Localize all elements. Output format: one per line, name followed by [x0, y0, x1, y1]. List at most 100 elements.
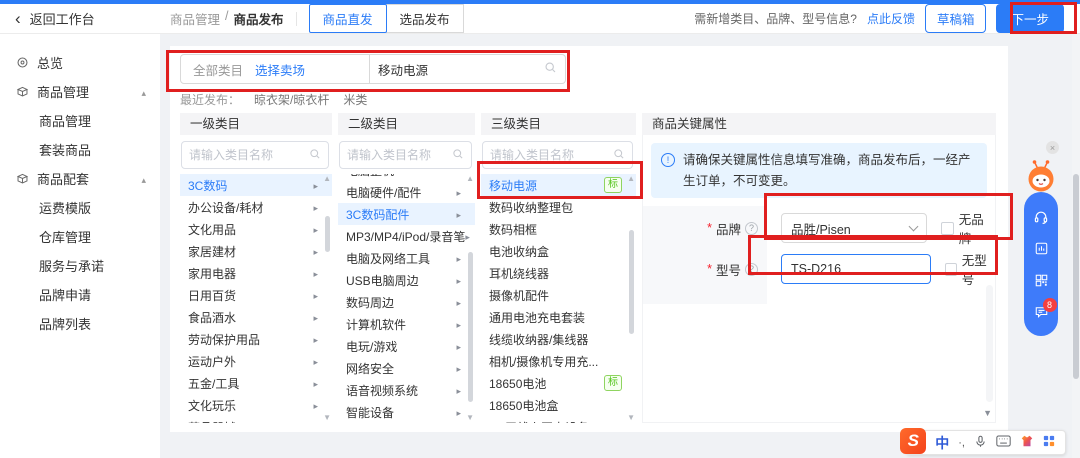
- message-chat-icon[interactable]: 8: [1034, 304, 1049, 319]
- scrollbar-thumb[interactable]: [325, 216, 330, 252]
- browser-scrollbar-thumb[interactable]: [1073, 174, 1079, 379]
- category-item[interactable]: 计算机软件: [338, 313, 475, 335]
- ime-toolbox-icon[interactable]: [1043, 435, 1055, 450]
- category-search-input[interactable]: [189, 148, 305, 162]
- scroll-down-icon[interactable]: [466, 414, 474, 422]
- sidebar-item-brand-apply[interactable]: 品牌申请: [0, 280, 160, 309]
- scroll-up-icon[interactable]: [323, 175, 331, 183]
- category-item[interactable]: 文化玩乐: [180, 394, 332, 416]
- category-item[interactable]: 食品酒水: [180, 306, 332, 328]
- choose-market-link[interactable]: 选择卖场: [255, 60, 305, 79]
- category-item[interactable]: 日用百货: [180, 284, 332, 306]
- category-item[interactable]: 通用电池充电套装: [481, 306, 636, 328]
- category-search-input[interactable]: [347, 148, 448, 162]
- ime-logo-icon[interactable]: S: [900, 428, 926, 454]
- no-model-checkbox[interactable]: [945, 263, 957, 276]
- keyword-search-input[interactable]: [378, 62, 544, 76]
- ime-skin-icon[interactable]: [1020, 434, 1034, 451]
- scroll-down-icon[interactable]: [323, 414, 331, 422]
- scroll-down-icon[interactable]: [983, 408, 992, 418]
- sidebar-item-goods-management[interactable]: 商品管理: [0, 106, 160, 135]
- category-item[interactable]: 网络安全: [338, 357, 475, 379]
- category-item[interactable]: 电玩/游戏: [338, 335, 475, 357]
- back-to-workbench-button[interactable]: 返回工作台: [0, 9, 158, 28]
- sidebar-item-bundle-goods[interactable]: 套装商品: [0, 135, 160, 164]
- chevron-right-icon: [313, 178, 318, 192]
- category-item[interactable]: 电脑及网络工具: [338, 247, 475, 269]
- search-icon[interactable]: [544, 61, 557, 77]
- mascot-avatar[interactable]: [1021, 155, 1061, 198]
- category-item[interactable]: MP3/MP4/iPod/录音笔: [338, 225, 475, 247]
- scrollbar-thumb[interactable]: [468, 252, 473, 402]
- sidebar-item-warehouse[interactable]: 仓库管理: [0, 222, 160, 251]
- category-item[interactable]: 运动户外: [180, 350, 332, 372]
- ime-language-mode[interactable]: 中: [935, 433, 949, 453]
- category-item[interactable]: 耳机绕线器: [481, 262, 636, 284]
- microphone-icon[interactable]: [974, 435, 987, 451]
- category-search-input[interactable]: [490, 148, 609, 162]
- category-item[interactable]: 电脑硬件/配件: [338, 181, 475, 203]
- chevron-right-icon: [456, 207, 461, 221]
- category-item[interactable]: 劳动保护用品: [180, 328, 332, 350]
- scroll-up-icon[interactable]: [627, 175, 635, 183]
- category-item[interactable]: 18650电池 标: [481, 372, 636, 394]
- category-item[interactable]: 相机/摄像机专用充...: [481, 350, 636, 372]
- ime-punctuation-toggle[interactable]: ·,: [958, 437, 965, 449]
- next-step-button[interactable]: 下一步: [996, 4, 1064, 33]
- sidebar-group-goods-management[interactable]: 商品管理: [0, 77, 160, 106]
- panel-scrollbar-track[interactable]: [986, 285, 993, 402]
- category-item[interactable]: 摄像机配件: [481, 284, 636, 306]
- sidebar-item-overview[interactable]: 总览: [0, 48, 160, 77]
- qr-code-icon[interactable]: [1034, 273, 1049, 288]
- category-item[interactable]: 电脑整机: [338, 174, 475, 181]
- category-item[interactable]: 数码周边: [338, 291, 475, 313]
- category-item[interactable]: 五金/工具: [180, 372, 332, 394]
- category-item[interactable]: 18650电池盒: [481, 394, 636, 416]
- sidebar-item-freight-template[interactable]: 运费模版: [0, 193, 160, 222]
- draft-box-button[interactable]: 草稿箱: [925, 4, 987, 33]
- help-icon[interactable]: [745, 263, 758, 276]
- tab-direct-publish[interactable]: 商品直发: [309, 4, 387, 33]
- category-item[interactable]: 药品器械: [180, 416, 332, 423]
- report-chart-icon[interactable]: [1034, 241, 1049, 256]
- brand-select[interactable]: 品胜/Pisen: [781, 213, 927, 243]
- column-title: 二级类目: [338, 113, 475, 135]
- category-item[interactable]: 数码收纳整理包: [481, 196, 636, 218]
- category-item[interactable]: 文化用品: [180, 218, 332, 240]
- no-model-checkbox-wrap[interactable]: 无型号: [945, 250, 995, 288]
- breadcrumb-parent[interactable]: 商品管理: [170, 9, 220, 28]
- help-icon[interactable]: [745, 222, 758, 235]
- category-item[interactable]: USB电脑周边: [338, 269, 475, 291]
- category-item[interactable]: 电池收纳盒: [481, 240, 636, 262]
- unread-count-badge: 8: [1043, 298, 1057, 312]
- category-item[interactable]: 数码相框: [481, 218, 636, 240]
- category-item[interactable]: 3C数码: [180, 174, 332, 196]
- scrollbar-thumb[interactable]: [629, 230, 634, 334]
- category-item[interactable]: 3C数码配件: [338, 203, 475, 225]
- category-item[interactable]: 移动电源 标: [481, 174, 636, 196]
- category-item[interactable]: 智能设备: [338, 401, 475, 423]
- tab-selection-publish[interactable]: 选品发布: [386, 4, 464, 33]
- sidebar-item-brand-list[interactable]: 品牌列表: [0, 309, 160, 338]
- scroll-up-icon[interactable]: [466, 175, 474, 183]
- browser-scrollbar-track[interactable]: [1072, 34, 1080, 458]
- sidebar-group-goods-support[interactable]: 商品配套: [0, 164, 160, 193]
- customer-service-icon[interactable]: [1033, 209, 1049, 225]
- close-icon[interactable]: [1046, 141, 1059, 154]
- recent-category-link[interactable]: 晾衣架/晾衣杆: [254, 91, 329, 105]
- scroll-down-icon[interactable]: [627, 414, 635, 422]
- sidebar-item-service-promise[interactable]: 服务与承诺: [0, 251, 160, 280]
- no-brand-checkbox[interactable]: [941, 222, 954, 235]
- model-input[interactable]: [781, 254, 931, 284]
- no-brand-checkbox-wrap[interactable]: 无品牌: [941, 209, 995, 247]
- feedback-link[interactable]: 点此反馈: [867, 10, 915, 27]
- category-item[interactable]: 家用电器: [180, 262, 332, 284]
- keyboard-icon[interactable]: [996, 435, 1011, 450]
- recent-category-link[interactable]: 米类: [343, 91, 367, 105]
- category-item[interactable]: 3G无线上网卡设备: [481, 416, 636, 423]
- category-item[interactable]: 办公设备/耗材: [180, 196, 332, 218]
- category-item[interactable]: 线缆收纳器/集线器: [481, 328, 636, 350]
- category-item[interactable]: 家居建材: [180, 240, 332, 262]
- category-item[interactable]: 语音视频系统: [338, 379, 475, 401]
- sidebar-item-label: 服务与承诺: [39, 256, 104, 275]
